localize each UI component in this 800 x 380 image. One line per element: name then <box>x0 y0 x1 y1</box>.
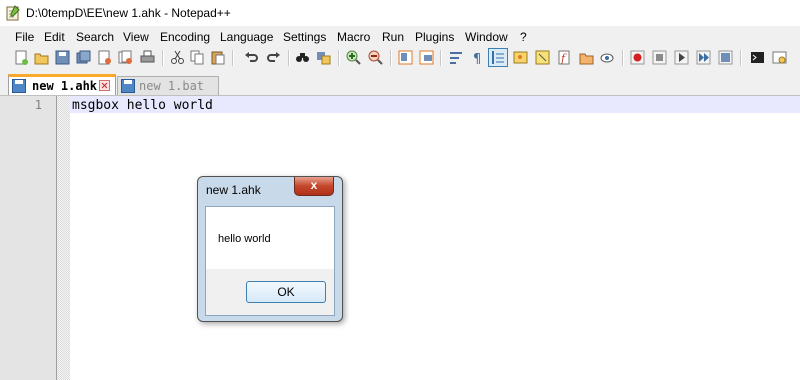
stop-macro-icon[interactable] <box>652 50 667 65</box>
paste-icon[interactable] <box>210 50 225 65</box>
copy-icon[interactable] <box>190 50 205 65</box>
folder-workspace-icon[interactable] <box>579 50 594 65</box>
run-macro-multiple-icon[interactable] <box>696 50 711 65</box>
menu-plugins[interactable]: Plugins <box>415 30 454 44</box>
menu-bar: File Edit Search View Encoding Language … <box>0 28 800 46</box>
menu-language[interactable]: Language <box>220 30 273 44</box>
redo-icon[interactable] <box>266 50 281 65</box>
show-all-characters-icon[interactable]: ¶ <box>470 50 485 65</box>
menu-window[interactable]: Window <box>465 30 508 44</box>
dialog-title: new 1.ahk <box>206 183 261 197</box>
zoom-out-icon[interactable] <box>368 50 383 65</box>
tab-bar: new 1.ahk new 1.bat <box>0 72 800 96</box>
function-list-icon[interactable]: f <box>557 50 572 65</box>
preview-icon[interactable] <box>772 50 787 65</box>
record-macro-icon[interactable] <box>630 50 645 65</box>
close-file-icon[interactable] <box>97 50 112 65</box>
ok-button[interactable]: OK <box>246 281 326 303</box>
save-all-icon[interactable] <box>76 50 91 65</box>
dialog-close-button[interactable]: x <box>294 177 334 196</box>
notepadpp-icon <box>6 5 20 21</box>
menu-edit[interactable]: Edit <box>44 30 65 44</box>
word-wrap-icon[interactable] <box>449 50 464 65</box>
toolbar: ¶ f <box>0 47 800 69</box>
dialog-message: hello world <box>218 233 271 245</box>
monitoring-icon[interactable] <box>600 50 615 65</box>
tab-label: new 1.ahk <box>32 79 98 93</box>
menu-settings[interactable]: Settings <box>283 30 326 44</box>
menu-file[interactable]: File <box>15 30 34 44</box>
saved-file-icon <box>12 79 26 93</box>
code-line[interactable]: msgbox hello world <box>72 98 213 113</box>
console-icon[interactable] <box>750 50 765 65</box>
editor-area[interactable]: 1 msgbox hello world <box>0 96 800 380</box>
save-icon[interactable] <box>55 50 70 65</box>
close-all-icon[interactable] <box>118 50 133 65</box>
print-icon[interactable] <box>140 50 155 65</box>
title-bar: D:\0tempD\EE\new 1.ahk - Notepad++ <box>0 0 800 26</box>
play-macro-icon[interactable] <box>674 50 689 65</box>
menu-macro[interactable]: Macro <box>337 30 370 44</box>
svg-text:¶: ¶ <box>473 52 481 65</box>
new-file-icon[interactable] <box>14 50 29 65</box>
saved-file-icon <box>121 79 135 93</box>
zoom-in-icon[interactable] <box>346 50 361 65</box>
replace-icon[interactable] <box>316 50 331 65</box>
tab-new-1-ahk[interactable]: new 1.ahk <box>8 74 116 95</box>
menu-help[interactable]: ? <box>520 30 527 44</box>
indent-guide-icon <box>491 50 506 65</box>
open-file-icon[interactable] <box>34 50 49 65</box>
doc-map-icon[interactable] <box>535 50 550 65</box>
save-macro-icon[interactable] <box>718 50 733 65</box>
fold-margin[interactable] <box>57 96 70 380</box>
tab-new-1-bat[interactable]: new 1.bat <box>117 76 219 95</box>
sync-vertical-icon[interactable] <box>398 50 413 65</box>
line-number: 1 <box>34 98 42 112</box>
cut-icon[interactable] <box>170 50 185 65</box>
menu-encoding[interactable]: Encoding <box>160 30 210 44</box>
sync-horizontal-icon[interactable] <box>419 50 434 65</box>
dialog-footer: OK <box>206 269 334 315</box>
tab-close-icon[interactable] <box>99 80 110 91</box>
dialog-body: hello world OK <box>205 206 335 316</box>
menu-search[interactable]: Search <box>76 30 114 44</box>
tab-label: new 1.bat <box>139 79 205 93</box>
user-language-icon[interactable] <box>513 50 528 65</box>
line-number-gutter: 1 <box>0 96 57 380</box>
menu-view[interactable]: View <box>123 30 149 44</box>
undo-icon[interactable] <box>244 50 259 65</box>
menu-run[interactable]: Run <box>382 30 404 44</box>
find-icon[interactable] <box>295 50 310 65</box>
message-box-dialog: new 1.ahk x hello world OK <box>197 176 343 322</box>
window-title: D:\0tempD\EE\new 1.ahk - Notepad++ <box>26 6 231 20</box>
